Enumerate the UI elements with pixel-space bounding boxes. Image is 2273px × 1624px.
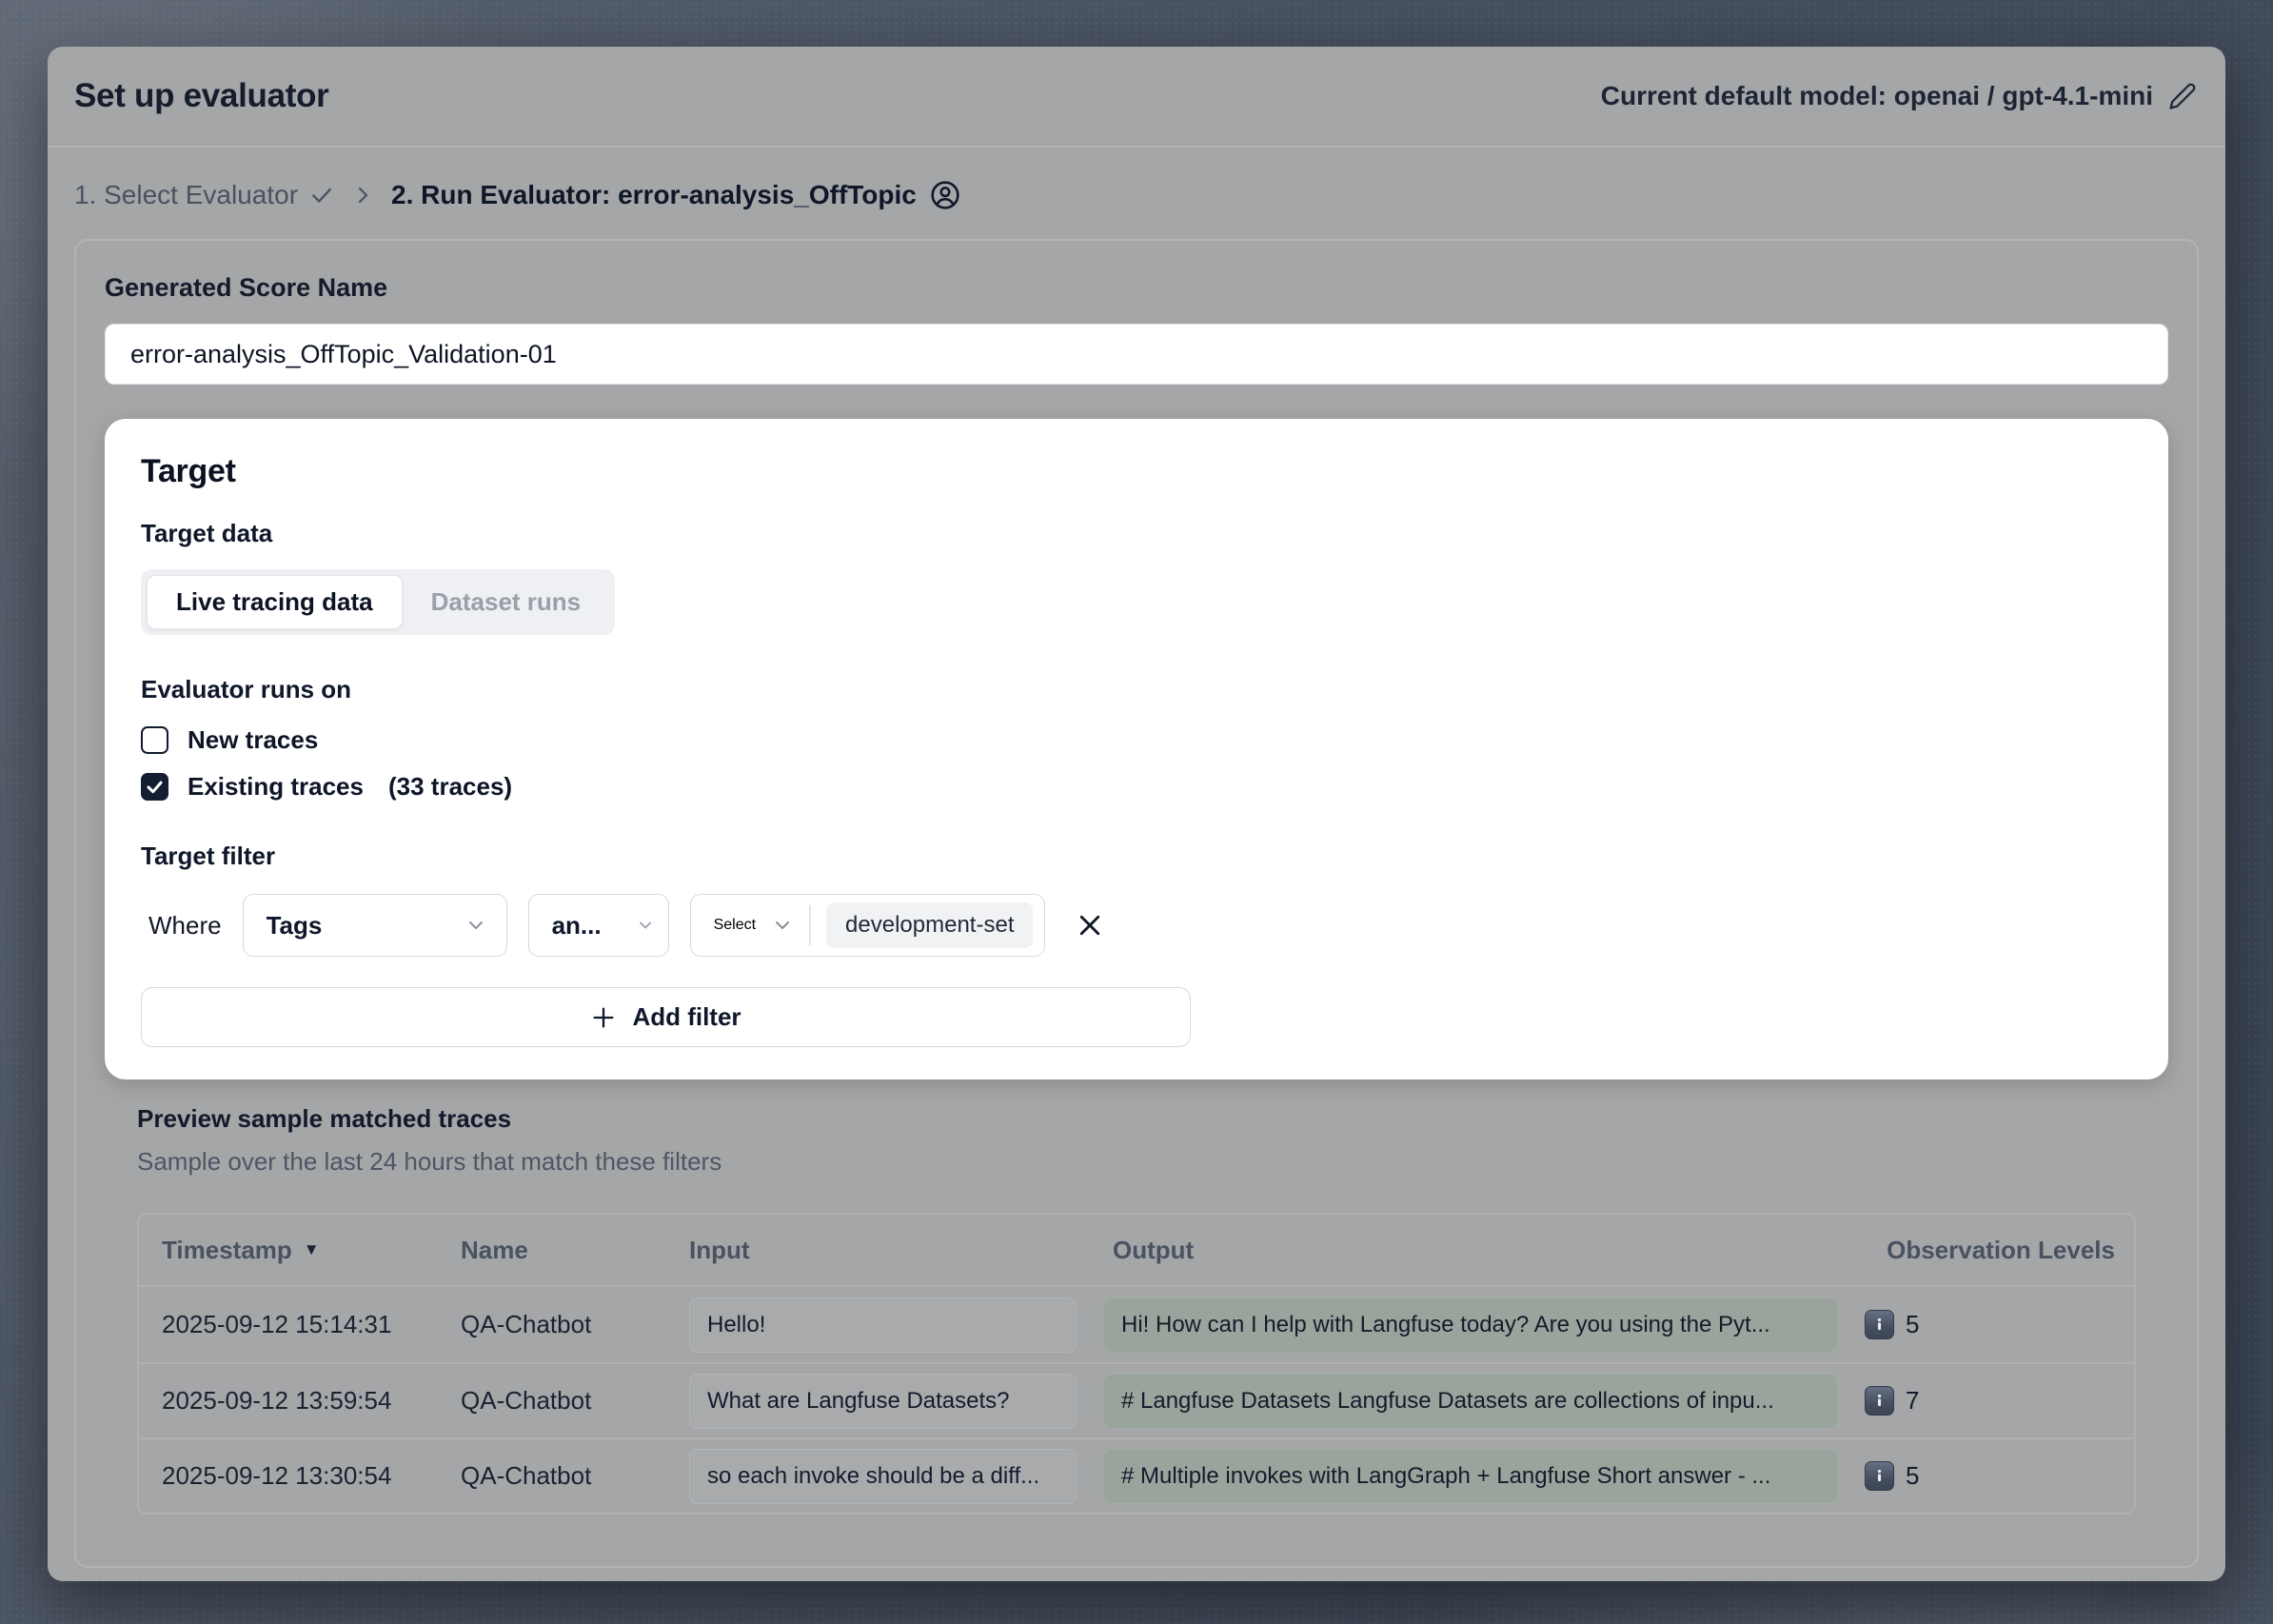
target-title: Target [141,453,2132,490]
target-card: Target Target data Live tracing data Dat… [105,419,2168,1079]
name-cell: QA-Chatbot [438,1461,666,1491]
page-title: Set up evaluator [74,77,329,115]
app-background: Set up evaluator Current default model: … [0,0,2273,1624]
chevron-down-icon [771,914,794,937]
close-icon [1076,911,1104,940]
filter-operator-value: an... [552,911,602,941]
filter-operator-select[interactable]: an... [528,894,669,957]
remove-filter-button[interactable] [1070,905,1110,945]
divider [809,905,811,945]
name-cell: QA-Chatbot [438,1386,666,1416]
add-filter-label: Add filter [632,1002,741,1032]
preview-subtitle: Sample over the last 24 hours that match… [137,1147,2136,1177]
option-existing-traces: Existing traces (33 traces) [141,772,2132,802]
table-row[interactable]: 2025-09-12 13:59:54 QA-Chatbot What are … [139,1362,2134,1437]
column-header-output: Output [1090,1236,1851,1265]
filter-value-chip: development-set [826,902,1033,948]
run-evaluator-step-panel: Generated Score Name Target Target data … [74,239,2199,1568]
preview-section: Preview sample matched traces Sample ove… [137,1104,2136,1515]
existing-traces-label: Existing traces [188,772,364,802]
new-traces-label: New traces [188,725,318,755]
observation-count: 5 [1906,1310,1919,1339]
breadcrumb: 1. Select Evaluator 2. Run Evaluator: er… [48,148,2225,239]
evaluator-runs-on-label: Evaluator runs on [141,675,2132,704]
name-cell: QA-Chatbot [438,1310,666,1339]
preview-title: Preview sample matched traces [137,1104,2136,1134]
breadcrumb-step2-label: 2. Run Evaluator: error-analysis_OffTopi… [391,180,917,210]
column-header-input: Input [666,1236,1090,1265]
setup-evaluator-dialog: Set up evaluator Current default model: … [48,47,2225,1581]
score-name-input[interactable] [105,324,2168,385]
tab-live-tracing-data[interactable]: Live tracing data [147,575,403,629]
option-new-traces: New traces [141,725,2132,755]
breadcrumb-step-run-evaluator: 2. Run Evaluator: error-analysis_OffTopi… [391,180,960,210]
observation-levels-cell: 5 [1851,1461,2134,1491]
matched-traces-table: Timestamp ▼ Name Input Output Observatio… [137,1213,2136,1515]
timestamp-cell: 2025-09-12 15:14:31 [139,1310,438,1339]
column-header-name: Name [438,1236,666,1265]
target-filter-label: Target filter [141,842,2132,871]
table-row[interactable]: 2025-09-12 13:30:54 QA-Chatbot so each i… [139,1437,2134,1513]
filter-where-label: Where [141,911,222,941]
existing-traces-count: (33 traces) [388,772,512,802]
target-data-tabs: Live tracing data Dataset runs [141,569,615,635]
target-data-label: Target data [141,519,2132,548]
observation-levels-cell: 7 [1851,1386,2134,1416]
observation-count: 7 [1906,1386,1919,1416]
default-model-area: Current default model: openai / gpt-4.1-… [1601,81,2197,111]
sort-desc-icon: ▼ [304,1240,320,1259]
chevron-down-icon [636,916,655,935]
timestamp-cell: 2025-09-12 13:30:54 [139,1461,438,1491]
checkmark-icon [145,777,165,797]
filter-value-placeholder: Select [714,917,756,934]
existing-traces-checkbox[interactable] [141,773,168,801]
info-badge-icon [1865,1310,1894,1339]
timestamp-header-label: Timestamp [162,1236,292,1265]
breadcrumb-step1-label: 1. Select Evaluator [74,180,298,210]
input-cell: Hello! [689,1297,1077,1353]
column-header-observation-levels: Observation Levels [1851,1236,2134,1265]
score-name-label: Generated Score Name [105,273,2168,303]
info-badge-icon [1865,1386,1894,1416]
edit-model-button[interactable] [2168,82,2197,110]
input-cell: What are Langfuse Datasets? [689,1374,1077,1429]
observation-levels-cell: 5 [1851,1310,2134,1339]
new-traces-checkbox[interactable] [141,726,168,754]
filter-condition-row: Where Tags an... Select [141,894,2132,957]
breadcrumb-step-select-evaluator[interactable]: 1. Select Evaluator [74,180,334,210]
input-cell: so each invoke should be a diff... [689,1449,1077,1504]
add-filter-button[interactable]: Add filter [141,987,1191,1047]
filter-value-select[interactable]: Select development-set [690,894,1046,957]
default-model-label: Current default model: openai / gpt-4.1-… [1601,81,2153,111]
output-cell: # Multiple invokes with LangGraph + Lang… [1103,1449,1838,1504]
plus-icon [590,1004,617,1031]
table-row[interactable]: 2025-09-12 15:14:31 QA-Chatbot Hello! Hi… [139,1287,2134,1362]
chevron-right-icon [351,184,374,207]
chevron-down-icon [464,914,487,937]
dialog-header: Set up evaluator Current default model: … [48,47,2225,148]
pencil-icon [2168,82,2197,110]
output-cell: Hi! How can I help with Langfuse today? … [1103,1297,1838,1353]
column-header-timestamp[interactable]: Timestamp ▼ [139,1236,438,1265]
filter-column-select[interactable]: Tags [243,894,507,957]
tab-dataset-runs[interactable]: Dataset runs [403,576,610,628]
user-circle-icon [930,180,960,210]
filter-column-value: Tags [267,911,323,941]
table-header-row: Timestamp ▼ Name Input Output Observatio… [139,1215,2134,1287]
observation-count: 5 [1906,1461,1919,1491]
timestamp-cell: 2025-09-12 13:59:54 [139,1386,438,1416]
info-badge-icon [1865,1461,1894,1491]
output-cell: # Langfuse Datasets Langfuse Datasets ar… [1103,1374,1838,1429]
check-icon [309,183,334,208]
